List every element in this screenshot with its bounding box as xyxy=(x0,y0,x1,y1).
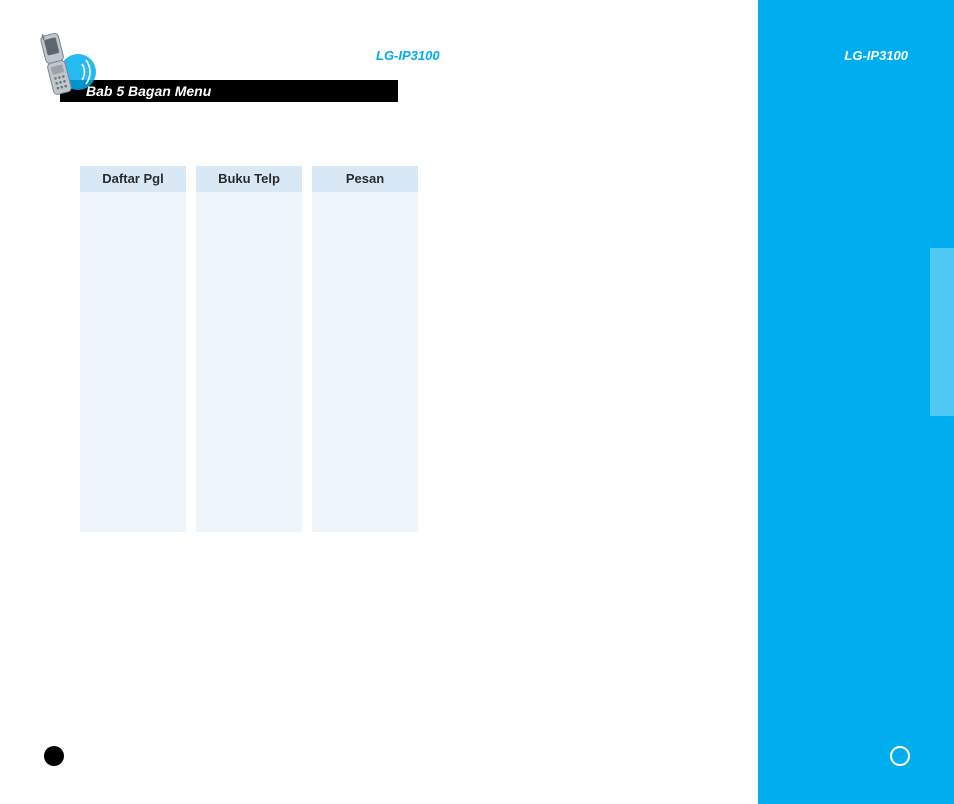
chapter-bar: Bab 5 Bagan Menu xyxy=(60,80,398,102)
page-dot-right xyxy=(890,746,910,766)
column-header: Daftar Pgl xyxy=(80,166,186,192)
page-left: LG-IP3100 Bab 5 Bagan Menu xyxy=(0,0,475,804)
left-columns: Daftar Pgl Buku Telp Pesan xyxy=(80,166,418,532)
model-label-left: LG-IP3100 xyxy=(376,48,440,63)
page-dot-left xyxy=(44,746,64,766)
column-daftar-pgl: Daftar Pgl xyxy=(80,166,186,532)
column-body xyxy=(312,192,418,532)
column-pesan: Pesan xyxy=(312,166,418,532)
column-body xyxy=(196,192,302,532)
column-body xyxy=(80,192,186,532)
column-buku-telp: Buku Telp xyxy=(196,166,302,532)
column-header: Pesan xyxy=(312,166,418,192)
model-label-right: LG-IP3100 xyxy=(844,48,908,63)
column-header: Buku Telp xyxy=(196,166,302,192)
page-right: Agenda Pengaturan Kalkulator Games xyxy=(475,0,954,804)
phone-icon xyxy=(36,28,96,104)
